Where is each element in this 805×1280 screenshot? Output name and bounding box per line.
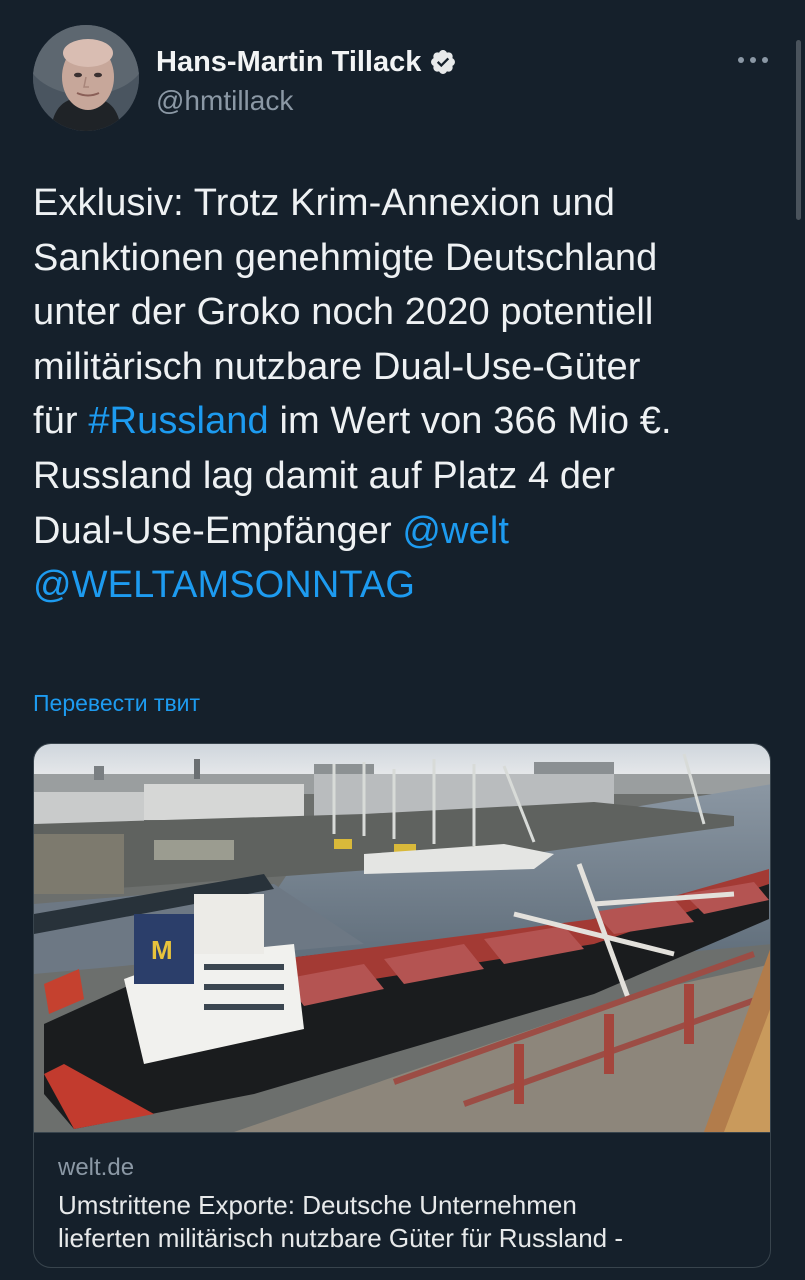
tweet-text-segment: Russland lag damit auf Platz 4 der (33, 454, 616, 497)
card-title: Umstrittene Exporte: Deutsche Unternehme… (58, 1189, 748, 1255)
tweet-text-segment: Sanktionen genehmigte Deutschland (33, 236, 658, 279)
tweet-text-line: Dual-Use-Empfänger @welt (33, 504, 773, 559)
card-domain: welt.de (58, 1154, 135, 1181)
tweet-text-line: Exklusiv: Trotz Krim-Annexion und (33, 176, 773, 231)
tweet-text-segment: für (33, 400, 89, 443)
display-name[interactable]: Hans-Martin Tillack (156, 46, 421, 79)
tweet-text-segment: militärisch nutzbare Dual-Use-Güter (33, 345, 641, 388)
avatar[interactable] (33, 25, 139, 131)
tweet-text-line: unter der Groko noch 2020 potentiell (33, 285, 773, 340)
card-title-line: Umstrittene Exporte: Deutsche Unternehme… (58, 1190, 577, 1220)
tweet-text-segment: unter der Groko noch 2020 potentiell (33, 291, 654, 334)
author-handle[interactable]: @hmtillack (156, 85, 457, 117)
tweet-header: Hans-Martin Tillack @hmtillack (33, 25, 773, 133)
tweet-text-segment: Exklusiv: Trotz Krim-Annexion und (33, 182, 615, 224)
tweet-text-line: militärisch nutzbare Dual-Use-Güter (33, 340, 773, 395)
ship-logo-text: M (151, 935, 173, 965)
card-image[interactable]: M (34, 744, 771, 1132)
link-card[interactable]: M welt.de Umstrittene Exporte: Deutsche … (33, 743, 771, 1268)
mention-link[interactable]: @welt (402, 510, 509, 552)
avatar-image (33, 25, 139, 131)
tweet-text-segment: Dual-Use-Empfänger (33, 509, 403, 552)
tweet-text-line: Russland lag damit auf Platz 4 der (33, 449, 773, 504)
card-info: welt.de Umstrittene Exporte: Deutsche Un… (34, 1132, 770, 1267)
tweet-text-line: für #Russland im Wert von 366 Mio €. (33, 394, 773, 449)
card-title-line: lieferten militärisch nutzbare Güter für… (58, 1223, 624, 1253)
more-options-icon (738, 57, 768, 63)
mention-link[interactable]: @WELTAMSONNTAG (33, 564, 415, 606)
translate-tweet-link[interactable]: Перевести твит (33, 690, 200, 717)
display-name-row: Hans-Martin Tillack (156, 43, 457, 81)
hashtag-link[interactable]: #Russland (88, 400, 268, 442)
tweet-text-segment: im Wert von 366 Mio €. (268, 400, 672, 443)
tweet-text-line: @WELTAMSONNTAG (33, 558, 773, 613)
tweet-text: Exklusiv: Trotz Krim-Annexion und Sanktio… (33, 176, 773, 613)
scrollbar[interactable] (796, 40, 801, 220)
author-names: Hans-Martin Tillack @hmtillack (156, 43, 457, 117)
verified-badge-icon (431, 50, 456, 74)
more-options-button[interactable] (733, 45, 773, 75)
tweet-text-line: Sanktionen genehmigte Deutschland (33, 231, 773, 286)
